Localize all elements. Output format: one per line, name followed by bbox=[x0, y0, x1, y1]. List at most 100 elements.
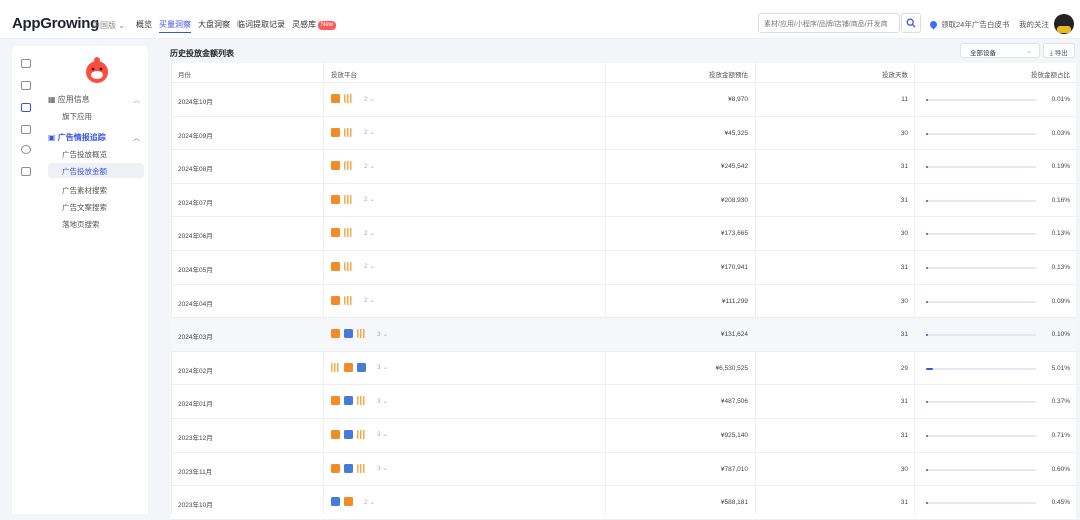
platform-count-dropdown[interactable]: 3 ⌄ bbox=[375, 397, 388, 405]
table-row: 2024年09月 2 ⌄ ¥45,325 30 0.03% bbox=[171, 117, 1076, 151]
platform-count-dropdown[interactable]: 3 ⌄ bbox=[375, 363, 388, 371]
platform-cell: 3 ⌄ bbox=[331, 463, 388, 473]
platform-count: 2 bbox=[364, 263, 368, 271]
appgrowing-logo[interactable]: AppGrowing bbox=[12, 15, 99, 32]
month-cell: 2024年02月 bbox=[178, 367, 213, 375]
table-row: 2023年12月 3 ⌄ ¥925,140 31 0.71% bbox=[171, 419, 1076, 453]
nav-item-ad-insight[interactable]: 买量洞察 bbox=[159, 19, 191, 33]
column-header-platform[interactable]: 投放平台 bbox=[331, 69, 357, 79]
platform-count-dropdown[interactable]: 3 ⌄ bbox=[375, 430, 388, 438]
table-row: 2024年04月 2 ⌄ ¥111,299 30 0.09% bbox=[171, 285, 1076, 319]
share-bar-fill bbox=[926, 266, 929, 269]
window-top-strip bbox=[0, 0, 1080, 9]
platform-stripe-icon bbox=[344, 127, 353, 137]
share-bar-fill bbox=[926, 401, 929, 404]
chevron-down-icon: ⌄ bbox=[382, 431, 389, 439]
share-cell: 0.09% bbox=[1051, 297, 1070, 305]
days-cell: 11 bbox=[901, 96, 908, 103]
platform-count-dropdown[interactable]: 2 ⌄ bbox=[362, 229, 375, 237]
export-label: 导出 bbox=[1054, 50, 1068, 57]
share-bar-fill bbox=[926, 367, 933, 370]
device-select-value: 全部设备 bbox=[970, 50, 996, 57]
platform-count-dropdown[interactable]: 2 ⌄ bbox=[362, 296, 375, 304]
platform-count-dropdown[interactable]: 2 ⌄ bbox=[362, 128, 375, 136]
my-follow-link[interactable]: 我的关注 bbox=[1019, 19, 1049, 30]
main-nav: 概览 买量洞察 大盘洞察 临词提取记录 灵感库 New bbox=[136, 19, 337, 33]
days-cell: 31 bbox=[900, 163, 908, 171]
days-cell: 31 bbox=[900, 431, 908, 439]
video-icon[interactable] bbox=[21, 125, 31, 134]
image-icon[interactable] bbox=[21, 59, 31, 68]
gamepad-icon[interactable] bbox=[21, 81, 31, 90]
share-cell: 0.10% bbox=[1051, 331, 1070, 339]
platform-count-dropdown[interactable]: 2 ⌄ bbox=[362, 498, 375, 506]
sidebar-item-copy-search[interactable]: 广告文案搜索 bbox=[62, 202, 107, 213]
column-header-month[interactable]: 月份 bbox=[178, 69, 191, 79]
platform-cell: 2 ⌄ bbox=[331, 94, 375, 103]
platform-count: 2 bbox=[364, 196, 368, 204]
whitebook-link[interactable]: 领取24年广告白皮书 bbox=[928, 19, 1010, 30]
days-cell: 31 bbox=[900, 196, 908, 204]
nav-item-inspiration[interactable]: 灵感库 New bbox=[292, 19, 337, 33]
nav-item-market-insight[interactable]: 大盘洞察 bbox=[198, 19, 230, 33]
column-header-days[interactable]: 投放天数 bbox=[882, 69, 908, 79]
platform-stripe-icon bbox=[357, 429, 366, 439]
share-bar bbox=[926, 300, 1036, 303]
region-selector[interactable]: 中国版 ⌄ bbox=[92, 20, 125, 31]
sidebar-item-landing-search[interactable]: 落地页搜索 bbox=[62, 219, 100, 230]
platform-count-dropdown[interactable]: 3 ⌄ bbox=[375, 330, 388, 338]
days-cell: 31 bbox=[900, 263, 908, 271]
export-button[interactable]: ⤓ 导出 bbox=[1043, 43, 1075, 58]
sidebar-item-sub-apps[interactable]: 旗下应用 bbox=[62, 111, 92, 122]
amount-cell: ¥6,530,525 bbox=[715, 364, 748, 372]
avatar[interactable] bbox=[1054, 14, 1074, 34]
sidebar-item-creative-search[interactable]: 广告素材搜索 bbox=[62, 185, 107, 196]
share-bar-fill bbox=[926, 434, 929, 437]
platform-count-dropdown[interactable]: 2 ⌄ bbox=[362, 162, 375, 170]
sidebar: ▦ 应用信息 ︿ 旗下应用 ▣ 广告情报追踪 ︿ 广告投放概览 广告投放金额 广… bbox=[40, 46, 148, 514]
sidebar-section-app-info[interactable]: ▦ 应用信息 bbox=[48, 94, 90, 105]
search-button[interactable] bbox=[901, 13, 921, 33]
platform-cell: 3 ⌄ bbox=[331, 429, 388, 439]
column-header-amount[interactable]: 投放金额预估 bbox=[709, 69, 748, 79]
nav-item-overview[interactable]: 概览 bbox=[136, 19, 152, 33]
chevron-up-icon[interactable]: ︿ bbox=[133, 95, 140, 105]
platform-stripe-icon bbox=[357, 329, 366, 339]
chevron-down-icon: ⌄ bbox=[369, 297, 376, 305]
share-bar bbox=[926, 468, 1036, 471]
platform-count-dropdown[interactable]: 3 ⌄ bbox=[375, 464, 388, 472]
column-header-share[interactable]: 投放金额占比 bbox=[1031, 69, 1070, 79]
cart-icon[interactable] bbox=[21, 167, 31, 176]
platform-count-dropdown[interactable]: 2 ⌄ bbox=[362, 195, 375, 203]
grid-icon: ▦ bbox=[48, 95, 56, 104]
platform-count-dropdown[interactable]: 2 ⌄ bbox=[362, 262, 375, 270]
sidebar-item-ad-amount[interactable]: 广告投放金额 bbox=[48, 163, 144, 178]
platform-blue-icon bbox=[344, 429, 353, 439]
sidebar-section-ad-tracking[interactable]: ▣ 广告情报追踪 bbox=[48, 132, 106, 143]
sidebar-item-ad-overview[interactable]: 广告投放概览 bbox=[62, 149, 107, 160]
platform-orange-icon bbox=[331, 261, 340, 271]
search-input[interactable]: 素材/应用/小程序/品牌/店铺/商品/开发商 bbox=[758, 13, 900, 33]
whitebook-label: 领取24年广告白皮书 bbox=[941, 20, 1010, 29]
chevron-up-icon[interactable]: ︿ bbox=[133, 133, 140, 143]
platform-orange-icon bbox=[331, 463, 340, 473]
days-cell: 30 bbox=[900, 297, 908, 305]
month-cell: 2024年01月 bbox=[178, 401, 213, 409]
device-select[interactable]: 全部设备 ⌄ bbox=[960, 43, 1040, 58]
platform-orange-icon bbox=[331, 228, 340, 238]
amount-cell: ¥173,665 bbox=[720, 230, 748, 238]
apps-grid-icon[interactable] bbox=[21, 103, 31, 112]
play-circle-icon[interactable] bbox=[21, 145, 31, 154]
month-cell: 2023年10月 bbox=[178, 502, 213, 510]
days-cell: 30 bbox=[900, 465, 908, 473]
month-cell: 2023年11月 bbox=[178, 468, 213, 476]
chevron-down-icon: ⌄ bbox=[369, 162, 376, 170]
platform-count: 3 bbox=[377, 364, 381, 372]
platform-cell: 2 ⌄ bbox=[331, 194, 375, 204]
amount-cell: ¥170,941 bbox=[720, 263, 748, 271]
platform-count-dropdown[interactable]: 2 ⌄ bbox=[362, 95, 375, 103]
chevron-down-icon: ⌄ bbox=[369, 129, 376, 137]
nav-item-word-extract[interactable]: 临词提取记录 bbox=[237, 19, 285, 33]
platform-orange-icon bbox=[331, 329, 340, 339]
share-bar-fill bbox=[926, 99, 929, 101]
